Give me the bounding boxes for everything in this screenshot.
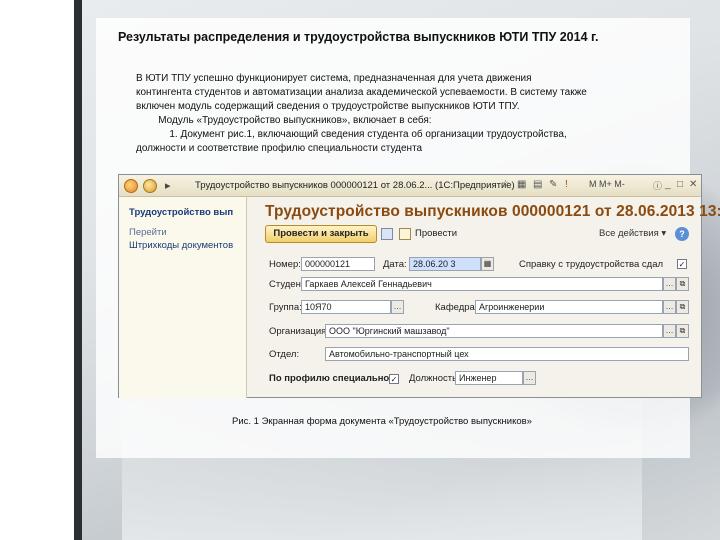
app-window: ▸ Трудоустройство выпускников 000000121 … [118,174,720,398]
save-icon[interactable] [381,228,393,240]
student-select-button[interactable]: … [663,277,676,291]
certificate-checkbox[interactable]: ✓ [677,259,687,269]
maximize-icon[interactable]: □ [677,179,683,190]
slide-title: Результаты распределения и трудоустройст… [118,30,599,44]
info-icon[interactable]: ⓘ [653,179,662,192]
figure-caption: Рис. 1 Экранная форма документа «Трудоус… [0,416,720,427]
slide: Результаты распределения и трудоустройст… [0,0,720,540]
left-margin [0,0,82,540]
back-icon[interactable] [143,179,157,193]
department-label: Кафедра: [435,302,478,313]
notes-icon[interactable]: ✎ [549,179,557,190]
department-field[interactable]: Агроинженерии [475,300,663,314]
sidebar-item-barcodes[interactable]: Штрихкоды документов [129,240,233,251]
close-icon[interactable]: ✕ [689,179,697,190]
organization-label: Организация: [269,326,329,337]
profile-checkbox[interactable]: ✓ [389,374,399,384]
paragraph-line: включен модуль содержащий сведения о тру… [136,101,520,112]
forward-arrow-icon[interactable]: ▸ [165,179,171,192]
date-label: Дата: [383,259,407,270]
window-title: Трудоустройство выпускников 000000121 от… [195,180,515,191]
organization-open-icon[interactable]: ⧉ [676,324,689,338]
window-titlebar: ▸ Трудоустройство выпускников 000000121 … [119,175,701,197]
student-field[interactable]: Гаркаев Алексей Геннадьевич [301,277,663,291]
position-field[interactable]: Инженер [455,371,523,385]
paragraph-line: В ЮТИ ТПУ успешно функционирует система,… [136,73,532,84]
certificate-label: Справку с трудоустройства сдал [519,259,664,270]
paragraph-line: должности и соответствие профилю специал… [136,143,423,154]
calculator-icon[interactable]: ▦ [517,179,526,190]
profile-label: По профилю специальност [269,373,400,384]
group-select-button[interactable]: … [391,300,404,314]
help-icon[interactable]: ? [675,227,689,241]
position-select-button[interactable]: … [523,371,536,385]
memory-buttons[interactable]: M M+ M- [589,179,625,189]
date-field[interactable]: 28.06.20 3 [409,257,481,271]
student-open-icon[interactable]: ⧉ [676,277,689,291]
star-icon[interactable]: ☆ [501,179,510,190]
department-select-button[interactable]: … [663,300,676,314]
group-label: Группа: [269,302,302,313]
app-logo-icon[interactable] [124,179,138,193]
post-icon[interactable] [399,228,411,240]
number-field[interactable]: 000000121 [301,257,375,271]
document-heading: Трудоустройство выпускников 000000121 от… [265,203,720,220]
left-divider [74,0,82,540]
unit-field[interactable]: Автомобильно-транспортный цех [325,347,689,361]
post-button[interactable]: Провести [415,228,457,239]
position-label: Должность: [409,373,460,384]
paragraph-line: контингента студентов и автоматизации ан… [136,87,587,98]
group-field[interactable]: 10Я70 [301,300,391,314]
organization-select-button[interactable]: … [663,324,676,338]
window-sidebar: Трудоустройство вып Перейти Штрихкоды до… [119,197,247,398]
sidebar-header: Трудоустройство вып [129,207,234,218]
paragraph-line: Модуль «Трудоустройство выпускников», вк… [136,115,432,126]
calendar-picker-icon[interactable]: ▦ [481,257,494,271]
calendar-icon[interactable]: ▤ [533,179,542,190]
caption-text: Рис. 1 Экранная форма документа «Трудоус… [232,416,532,427]
department-open-icon[interactable]: ⧉ [676,300,689,314]
minimize-icon[interactable]: _ [665,179,671,190]
alert-icon[interactable]: ! [565,179,568,190]
sidebar-item-goto[interactable]: Перейти [129,227,167,238]
post-and-close-button[interactable]: Провести и закрыть [265,225,377,243]
all-actions-menu[interactable]: Все действия ▾ [599,228,666,239]
unit-label: Отдел: [269,349,300,360]
number-label: Номер: [269,259,301,270]
organization-field[interactable]: ООО "Юргинский машзавод" [325,324,663,338]
paragraph-line: 1. Документ рис.1, включающий сведения с… [136,129,567,140]
